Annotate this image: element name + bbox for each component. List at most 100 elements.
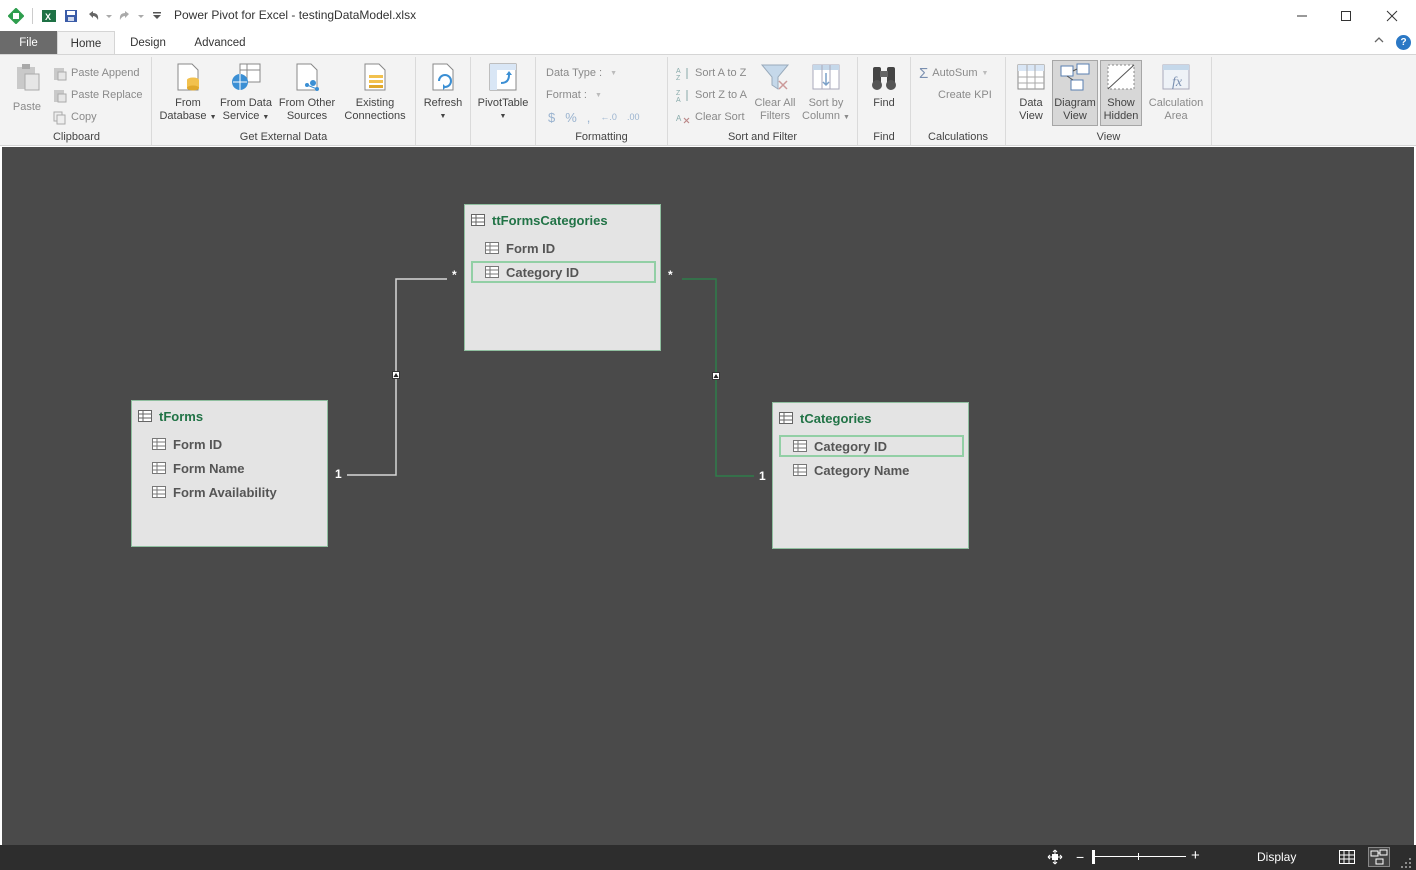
autosum-button[interactable]: Σ AutoSum ▼ [919,64,988,82]
calculation-area-button[interactable]: fx Calculation Area [1144,61,1208,123]
currency-icon[interactable]: $ [548,110,555,125]
dropdown-arrow-icon: ▼ [262,114,270,121]
refresh-button[interactable]: Refresh ▼ [420,61,466,123]
column-category-id[interactable]: Category ID [471,261,656,283]
copy-label: Copy [71,111,97,123]
column-category-name[interactable]: Category Name [779,459,964,481]
clear-all-filters-button[interactable]: Clear All Filters [752,61,798,123]
sort-z-a-button[interactable]: ZA Sort Z to A [676,86,747,104]
tab-file[interactable]: File [0,31,57,55]
column-form-availability[interactable]: Form Availability [138,481,323,503]
paste-button[interactable]: Paste [6,61,48,114]
column-form-name[interactable]: Form Name [138,457,323,479]
cardinality-many-label: * [668,268,673,282]
table-title: tCategories [800,410,872,426]
clear-filters-icon [759,61,791,93]
column-icon [793,440,807,452]
increase-decimal-icon[interactable]: ←.0 [600,112,617,122]
diagram-view-button[interactable]: Diagram View [1052,60,1098,126]
clear-sort-button[interactable]: A Clear Sort [676,108,745,126]
redo-icon[interactable] [115,6,135,26]
from-data-service-button[interactable]: From Data Service ▼ [218,61,274,124]
svg-text:A: A [676,68,681,75]
close-button[interactable] [1369,0,1415,31]
column-icon [152,438,166,450]
tab-home[interactable]: Home [57,31,115,55]
column-category-id[interactable]: Category ID [779,435,964,457]
tab-design[interactable]: Design [118,31,178,55]
grid-view-icon[interactable] [1339,850,1355,867]
dropdown-arrow-icon: ▼ [594,91,602,99]
zoom-slider[interactable] [1092,850,1188,864]
database-icon [172,61,204,93]
sort-a-z-button[interactable]: AZ Sort A to Z [676,64,746,82]
tab-advanced[interactable]: Advanced [184,31,256,55]
relationship-direction-icon[interactable] [392,371,400,379]
table-ttformscategories[interactable]: ttFormsCategories Form ID Category ID [464,204,661,351]
table-tforms[interactable]: tForms Form ID Form Name Form Availabili… [131,400,328,547]
data-view-button[interactable]: Data View [1010,61,1052,123]
create-kpi-button[interactable]: Create KPI [919,86,992,104]
paste-replace-button[interactable]: Paste Replace [52,86,143,104]
table-title: ttFormsCategories [492,212,608,228]
sort-by-column-button[interactable]: Sort by Column ▼ [800,61,852,124]
column-icon [152,486,166,498]
existing-connections-button[interactable]: Existing Connections [340,61,410,123]
formatting-group-label: Formatting [575,131,628,143]
table-tcategories[interactable]: tCategories Category ID Category Name [772,402,969,549]
clear-sort-icon: A [676,114,690,123]
zoom-slider-thumb[interactable] [1092,850,1095,864]
minimize-button[interactable] [1279,0,1325,31]
clear-all-filters-label-2: Filters [760,110,790,122]
find-button[interactable]: Find [862,61,906,110]
table-header[interactable]: ttFormsCategories [471,211,608,229]
group-view: Data View Diagram View Show Hidden fx Ca… [1006,57,1212,145]
save-icon[interactable] [61,6,81,26]
resize-grip-icon[interactable] [1400,857,1412,870]
from-database-button[interactable]: From Database ▼ [156,61,220,124]
copy-button[interactable]: Copy [52,108,97,126]
zoom-in-icon[interactable]: + [1191,848,1200,864]
show-hidden-button[interactable]: Show Hidden [1100,60,1142,126]
fit-to-screen-icon[interactable] [1046,849,1064,868]
group-pivottable: PivotTable ▼ [471,57,536,145]
from-other-sources-button[interactable]: From Other Sources [276,61,338,123]
undo-icon[interactable] [83,6,103,26]
sort-z-a-label: Sort Z to A [695,89,747,101]
comma-icon[interactable]: , [587,110,591,125]
maximize-button[interactable] [1323,0,1369,31]
redo-dropdown-icon[interactable] [137,6,145,26]
column-form-id[interactable]: Form ID [471,237,656,259]
table-header[interactable]: tCategories [779,409,872,427]
paste-append-button[interactable]: Paste Append [52,64,140,82]
paste-replace-icon [54,89,67,102]
pivottable-button[interactable]: PivotTable ▼ [475,61,531,123]
zoom-out-icon[interactable]: − [1076,849,1084,865]
data-type-dropdown[interactable]: Data Type : ▼ [546,64,617,82]
sort-filter-group-label: Sort and Filter [727,131,798,143]
column-label: Form Name [173,460,245,476]
column-form-id[interactable]: Form ID [138,433,323,455]
table-header[interactable]: tForms [138,407,203,425]
group-clipboard: Paste Paste Append Paste Replace Copy Cl… [2,57,152,145]
customize-qat-icon[interactable] [147,6,167,26]
collapse-ribbon-icon[interactable] [1373,34,1385,48]
data-view-label-1: Data [1019,97,1043,109]
decrease-decimal-icon[interactable]: .00 [627,112,640,122]
format-dropdown[interactable]: Format : ▼ [546,86,602,104]
cardinality-many-label: * [452,268,457,282]
diagram-canvas[interactable]: * * 1 1 ttFormsCategories Form ID Catego… [2,147,1414,845]
group-find: Find Find [858,57,911,145]
svg-text:Z: Z [676,90,681,97]
undo-dropdown-icon[interactable] [105,6,113,26]
excel-icon[interactable]: X [39,6,59,26]
help-icon[interactable]: ? [1396,35,1411,50]
sort-z-a-icon: ZA [676,89,688,103]
percent-icon[interactable]: % [565,110,577,125]
diagram-view-toggle-icon[interactable] [1368,847,1390,867]
data-view-icon [1015,61,1047,93]
relationship-direction-icon[interactable] [712,372,720,380]
display-label: Display [1257,850,1297,864]
from-other-sources-label-2: Sources [286,110,328,122]
power-pivot-icon[interactable] [6,6,26,26]
